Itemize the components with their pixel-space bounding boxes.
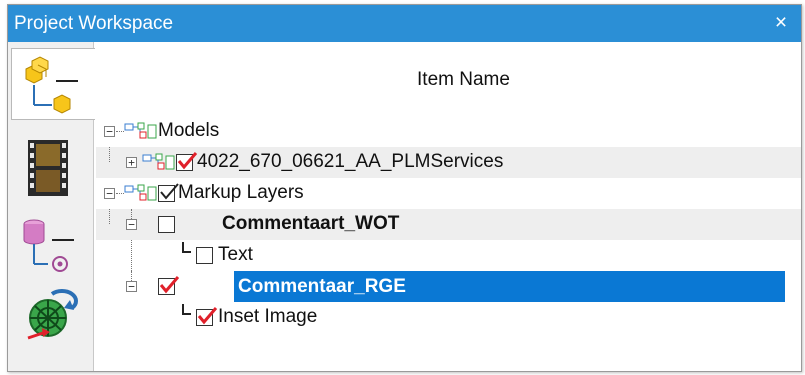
tree-label: Markup Layers <box>178 182 304 203</box>
model-tree-icon <box>25 56 78 114</box>
model-group-icon <box>124 122 157 139</box>
sidebar-item-network[interactable] <box>10 282 90 354</box>
visibility-checkbox[interactable] <box>158 276 180 295</box>
tree-label: Inset Image <box>218 306 318 327</box>
tree-row-inset-image[interactable]: Inset Image <box>96 302 801 333</box>
visibility-checkbox[interactable] <box>158 216 175 233</box>
sidebar <box>8 42 95 371</box>
tree-row-commentaart-wot[interactable]: − Commentaart_WOT <box>96 209 801 240</box>
film-strip-icon <box>28 140 68 196</box>
visibility-checkbox[interactable] <box>196 307 218 326</box>
title-bar: Project Workspace × <box>8 5 801 42</box>
sidebar-item-animations[interactable] <box>10 128 90 200</box>
collapse-icon[interactable]: − <box>104 126 115 137</box>
layer-name: Commentaart_WOT <box>222 213 400 234</box>
tree-connector <box>116 193 124 194</box>
red-check-icon <box>197 307 218 325</box>
tree-row-models[interactable]: − Models <box>96 116 801 147</box>
tree-row-commentaar-rge[interactable]: − Commentaar_RGE <box>96 271 801 302</box>
expand-icon[interactable]: + <box>126 157 137 168</box>
collapse-icon[interactable]: − <box>104 188 115 199</box>
visibility-checkbox[interactable] <box>158 183 179 202</box>
tree-connector <box>116 131 124 132</box>
column-header-item-name[interactable]: Item Name <box>96 69 801 99</box>
sidebar-item-data[interactable] <box>10 206 90 278</box>
red-check-icon <box>177 152 198 170</box>
tree-row-text[interactable]: Text <box>96 240 801 271</box>
tree-row-markup-layers[interactable]: − Markup Layers <box>96 178 801 209</box>
model-group-icon <box>124 184 157 201</box>
visibility-checkbox[interactable] <box>176 152 198 171</box>
model-group-icon <box>142 153 175 170</box>
red-check-icon <box>159 276 180 294</box>
tree-connector <box>182 304 191 315</box>
sidebar-item-models[interactable] <box>11 48 95 120</box>
check-icon <box>160 183 179 200</box>
database-tree-icon <box>23 219 74 272</box>
close-button[interactable]: × <box>769 5 793 42</box>
visibility-checkbox[interactable] <box>196 247 213 264</box>
tree-connector <box>109 147 110 162</box>
layer-name-selected: Commentaar_RGE <box>234 271 785 302</box>
tree-connector <box>182 242 191 253</box>
tree-label: 4022_670_06621_AA_PLMServices <box>197 151 504 172</box>
tree-row-plmservices[interactable]: + 4022_670_06621_AA_PLMServices <box>96 147 801 178</box>
close-icon: × <box>774 11 788 34</box>
globe-network-icon <box>27 289 78 340</box>
tree-connector <box>109 209 110 224</box>
tree-label: Text <box>218 244 253 265</box>
collapse-icon[interactable]: − <box>126 281 137 292</box>
tree-label: Models <box>158 120 220 141</box>
project-workspace-panel: Project Workspace × Item Name − Models +… <box>7 4 802 372</box>
tree-connector <box>131 240 132 271</box>
tree-view: Item Name − Models + 4022_670_06621_AA_P… <box>96 42 801 371</box>
window-title: Project Workspace <box>14 13 174 34</box>
collapse-icon[interactable]: − <box>126 219 137 230</box>
